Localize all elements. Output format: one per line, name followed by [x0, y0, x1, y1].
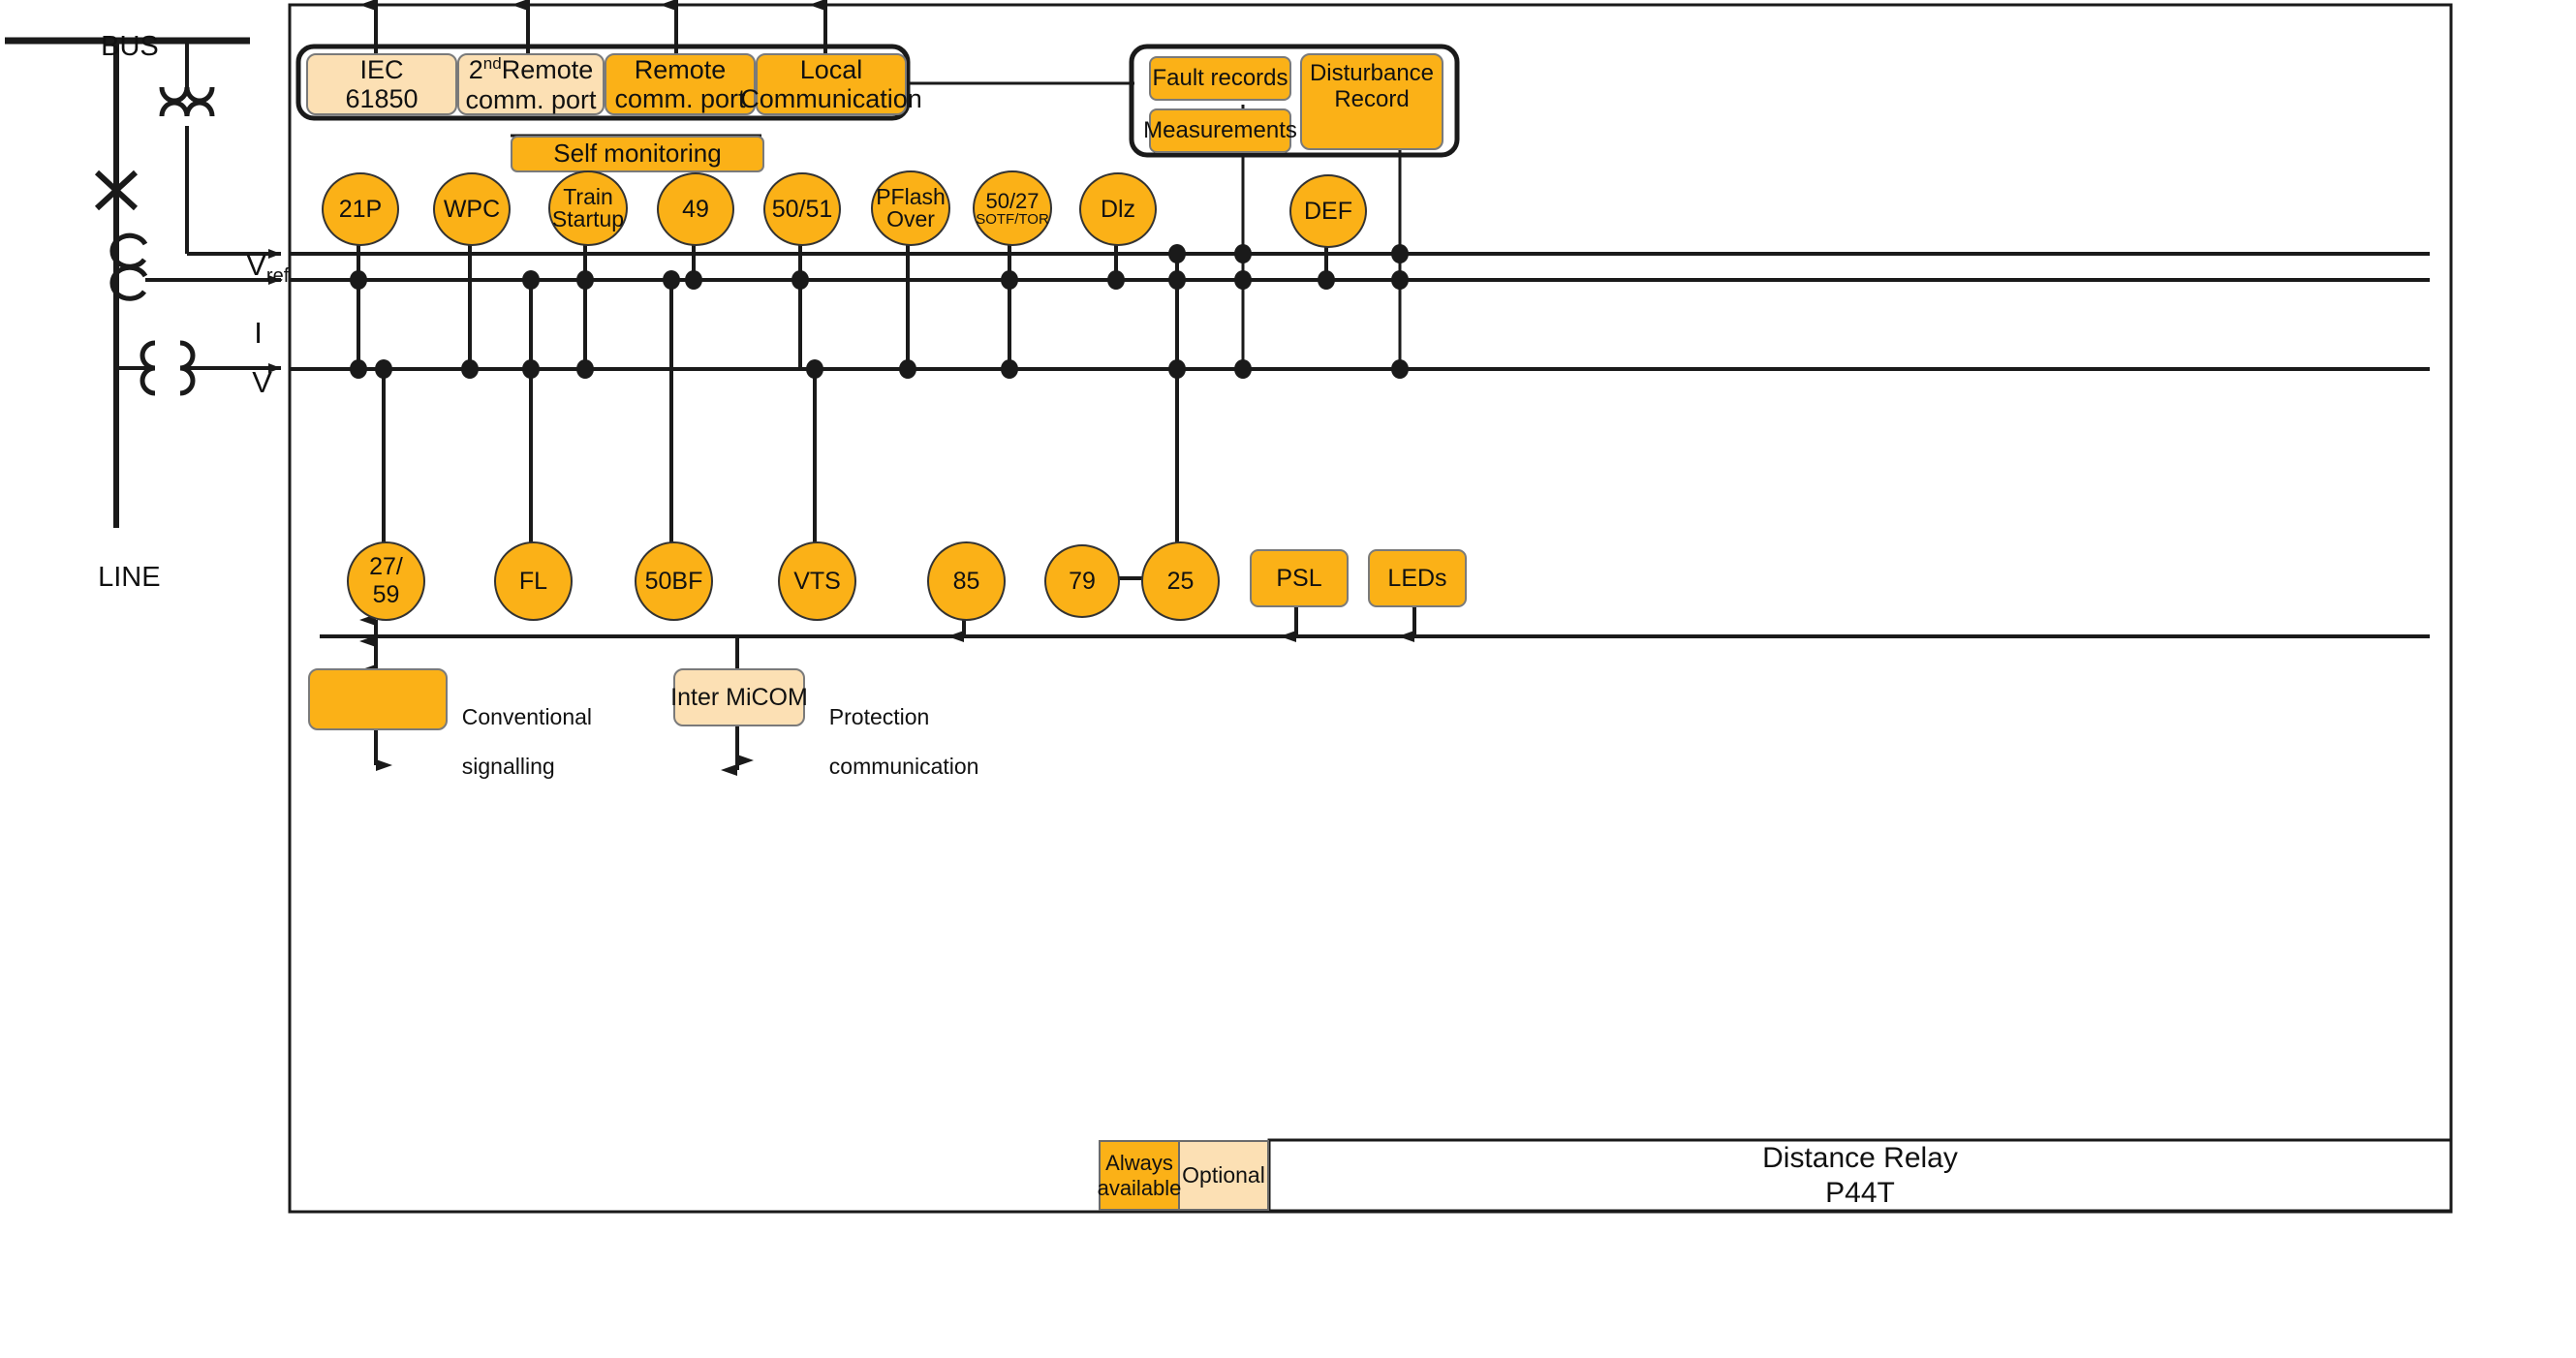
conventional-signalling-label: Conventional signalling: [450, 680, 592, 780]
comm-port-iec61850[interactable]: IEC 61850: [306, 53, 457, 115]
conventional-signalling-line2: signalling: [461, 754, 555, 780]
function-pflash-over-line2: Over: [886, 206, 935, 231]
function-DEF[interactable]: DEF: [1289, 174, 1367, 248]
function-85[interactable]: 85: [927, 541, 1006, 621]
function-50-27-line1: 50/27: [985, 188, 1040, 213]
function-50-51[interactable]: 50/51: [763, 172, 841, 246]
vref-label-text: V: [246, 247, 266, 282]
bottom-function-drops: [382, 254, 1179, 543]
legend-always-available: Always available: [1097, 1141, 1182, 1210]
function-25[interactable]: 25: [1141, 541, 1220, 621]
voltage-label: V: [235, 332, 272, 399]
comm-port-2nd-remote-line2: comm. port: [465, 84, 597, 114]
vref-label-sub: ref: [265, 264, 290, 287]
protection-comm-line1: Protection: [828, 703, 930, 729]
function-DEF-label: DEF: [1304, 198, 1352, 225]
function-WPC-label: WPC: [443, 196, 501, 223]
conventional-signalling-block[interactable]: [308, 668, 448, 730]
function-VTS[interactable]: VTS: [778, 541, 856, 621]
legend-always-line2: available: [1097, 1175, 1182, 1200]
function-27-59[interactable]: 27/ 59: [347, 541, 425, 621]
fault-records-label: Fault records: [1152, 64, 1288, 91]
output-block-PSL[interactable]: PSL: [1250, 549, 1349, 607]
voltage-transformer-bus-icon: [159, 86, 215, 117]
line-label: LINE: [82, 531, 161, 594]
function-Dlz[interactable]: Dlz: [1079, 172, 1157, 246]
comm-port-2nd-remote-line1: 2ndRemote: [468, 54, 594, 85]
function-VTS-label: VTS: [793, 568, 841, 595]
function-49[interactable]: 49: [657, 172, 734, 246]
function-27-59-line2: 59: [372, 581, 400, 608]
self-monitoring-label: Self monitoring: [553, 139, 722, 169]
disturbance-record-block[interactable]: Disturbance Record: [1300, 53, 1443, 150]
line-label-text: LINE: [98, 562, 161, 594]
function-85-label: 85: [952, 568, 980, 595]
comm-port-local-communication[interactable]: Local Communication: [740, 53, 922, 115]
function-train-startup-line1: Train: [563, 183, 613, 209]
function-train-startup-line2: Startup: [551, 206, 625, 231]
measurements-block[interactable]: Measurements: [1143, 108, 1297, 153]
comm-port-remote[interactable]: Remote comm. port: [605, 53, 756, 115]
comm-port-second-remote[interactable]: 2ndRemote comm. port: [457, 53, 605, 115]
function-27-59-line1: 27/: [369, 552, 403, 580]
voltage-label-text: V: [252, 364, 272, 399]
measurements-label: Measurements: [1143, 116, 1297, 143]
function-21P[interactable]: 21P: [322, 172, 399, 246]
comm-port-iec-line1: IEC: [359, 54, 404, 84]
comm-port-remote-line2: comm. port: [614, 84, 746, 113]
function-50BF-label: 50BF: [644, 568, 703, 595]
function-79[interactable]: 79: [1044, 544, 1120, 618]
function-79-label: 79: [1069, 568, 1096, 595]
function-49-label: 49: [682, 196, 709, 223]
disturbance-record-line2: Record: [1334, 85, 1410, 112]
function-50-51-label: 50/51: [771, 196, 833, 223]
fault-records-block[interactable]: Fault records: [1149, 56, 1291, 101]
function-WPC[interactable]: WPC: [433, 172, 511, 246]
function-FL-label: FL: [518, 568, 548, 595]
function-FL[interactable]: FL: [494, 541, 573, 621]
bus-label: BUS: [85, 0, 159, 63]
function-sotf-tor-label: SOTF/TOR: [976, 210, 1049, 228]
output-block-LEDs-label: LEDs: [1387, 565, 1447, 592]
comm-port-local-line1: Local: [799, 54, 863, 84]
comm-port-remote-line1: Remote: [634, 54, 727, 84]
comm-port-local-line2: Communication: [740, 84, 922, 113]
bus-label-text: BUS: [101, 31, 159, 63]
output-block-PSL-label: PSL: [1276, 565, 1322, 592]
legend-optional-label: Optional: [1182, 1161, 1265, 1188]
diagram-root: IEC 61850 2ndRemote comm. port Remote co…: [0, 0, 2576, 1358]
function-train-startup[interactable]: Train Startup: [548, 170, 628, 246]
function-50-27-sotf-tor[interactable]: 50/27 SOTF/TOR: [973, 170, 1052, 246]
inter-micom-block[interactable]: Inter MiCOM: [670, 668, 808, 726]
protection-comm-line2: communication: [828, 754, 979, 780]
inter-micom-label: Inter MiCOM: [670, 684, 808, 711]
legend-optional: Optional: [1179, 1141, 1268, 1210]
vref-label: Vref: [230, 215, 289, 287]
function-pflash-over[interactable]: PFlash Over: [871, 170, 950, 246]
junction-dots: [350, 244, 1409, 379]
legend-always-line1: Always: [1105, 1151, 1173, 1176]
output-block-LEDs[interactable]: LEDs: [1368, 549, 1467, 607]
signal-buses: [290, 252, 2430, 371]
function-21P-label: 21P: [338, 196, 383, 223]
device-name-line1: Distance Relay: [1762, 1141, 1958, 1174]
device-name-line2: P44T: [1825, 1176, 1895, 1209]
comm-port-iec-line2: 61850: [345, 84, 419, 113]
function-25-label: 25: [1166, 568, 1195, 595]
function-pflash-over-line1: PFlash: [876, 183, 946, 209]
disturbance-record-line1: Disturbance: [1309, 60, 1435, 86]
self-monitoring-block[interactable]: Self monitoring: [511, 136, 764, 172]
function-50BF[interactable]: 50BF: [635, 541, 713, 621]
protection-communication-label: Protection communication: [817, 680, 979, 780]
conventional-signalling-line1: Conventional: [461, 703, 593, 729]
device-name: Distance Relay P44T: [1269, 1141, 2451, 1210]
function-Dlz-label: Dlz: [1100, 196, 1136, 223]
